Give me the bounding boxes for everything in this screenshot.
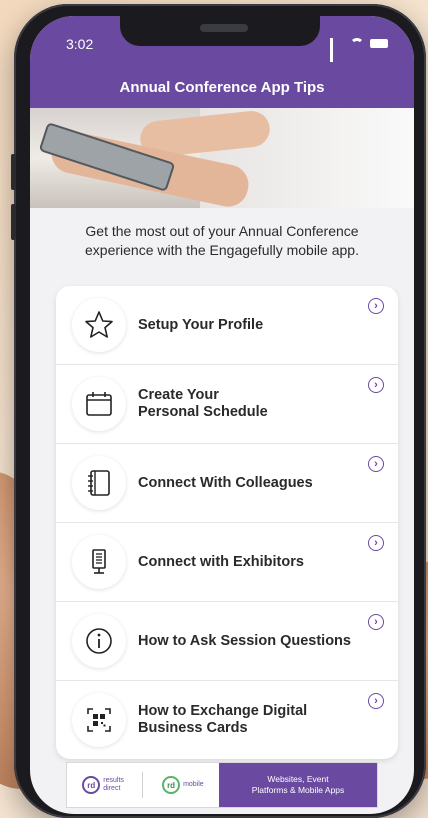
rd-mobile-logo: rd mobile bbox=[162, 776, 204, 794]
tip-setup-profile[interactable]: Setup Your Profile › bbox=[56, 286, 398, 365]
footer-banner: rd results direct rd mobile Websites, Eve… bbox=[66, 762, 378, 808]
wifi-icon bbox=[350, 38, 364, 48]
tips-list: Setup Your Profile › Create Your Personal… bbox=[56, 286, 398, 759]
tip-session-questions[interactable]: How to Ask Session Questions › bbox=[56, 602, 398, 681]
speaker-grille bbox=[200, 24, 248, 32]
chevron-right-icon[interactable]: › bbox=[368, 535, 384, 551]
tip-connect-colleagues[interactable]: Connect With Colleagues › bbox=[56, 444, 398, 523]
battery-icon bbox=[370, 38, 388, 48]
intro-text: Get the most out of your Annual Conferen… bbox=[30, 208, 414, 280]
calendar-icon bbox=[72, 377, 126, 431]
volume-down-button bbox=[11, 204, 16, 240]
phone-frame: 3:02 Annual Conference App Tips Get the … bbox=[11, 4, 426, 818]
info-icon bbox=[72, 614, 126, 668]
tip-label: Connect With Colleagues bbox=[138, 474, 313, 491]
app-screen: 3:02 Annual Conference App Tips Get the … bbox=[30, 16, 414, 814]
tip-label: How to Ask Session Questions bbox=[138, 632, 351, 649]
notebook-icon bbox=[72, 456, 126, 510]
status-time: 3:02 bbox=[66, 36, 94, 52]
intro-line-1: Get the most out of your Annual Conferen… bbox=[85, 223, 359, 239]
logo-divider bbox=[142, 772, 144, 798]
page-title: Annual Conference App Tips bbox=[119, 79, 325, 96]
footer-tagline: Websites, Event Platforms & Mobile Apps bbox=[219, 763, 377, 807]
volume-up-button bbox=[11, 154, 16, 190]
signal-icon bbox=[330, 38, 344, 62]
tip-label: Connect with Exhibitors bbox=[138, 553, 304, 570]
app-header: 3:02 Annual Conference App Tips bbox=[30, 16, 414, 108]
tip-digital-business-cards[interactable]: How to Exchange Digital Business Cards › bbox=[56, 681, 398, 759]
tip-label: How to Exchange Digital Business Cards bbox=[138, 703, 308, 736]
tip-personal-schedule[interactable]: Create Your Personal Schedule › bbox=[56, 365, 398, 444]
chevron-right-icon[interactable]: › bbox=[368, 298, 384, 314]
star-icon bbox=[72, 298, 126, 352]
tip-connect-exhibitors[interactable]: Connect with Exhibitors › bbox=[56, 523, 398, 602]
notch bbox=[120, 16, 320, 46]
footer-logos: rd results direct rd mobile bbox=[67, 763, 219, 807]
chevron-right-icon[interactable]: › bbox=[368, 456, 384, 472]
chevron-right-icon[interactable]: › bbox=[368, 377, 384, 393]
chevron-right-icon[interactable]: › bbox=[368, 614, 384, 630]
intro-line-2: experience with the Engagefully mobile a… bbox=[85, 242, 359, 258]
chevron-right-icon[interactable]: › bbox=[368, 693, 384, 709]
booth-sign-icon bbox=[72, 535, 126, 589]
qr-code-icon bbox=[72, 693, 126, 747]
hero-photo bbox=[30, 108, 414, 208]
status-icons bbox=[330, 38, 388, 62]
results-direct-logo: rd results direct bbox=[82, 776, 124, 794]
tip-label: Create Your Personal Schedule bbox=[138, 387, 268, 420]
tip-label: Setup Your Profile bbox=[138, 316, 264, 333]
